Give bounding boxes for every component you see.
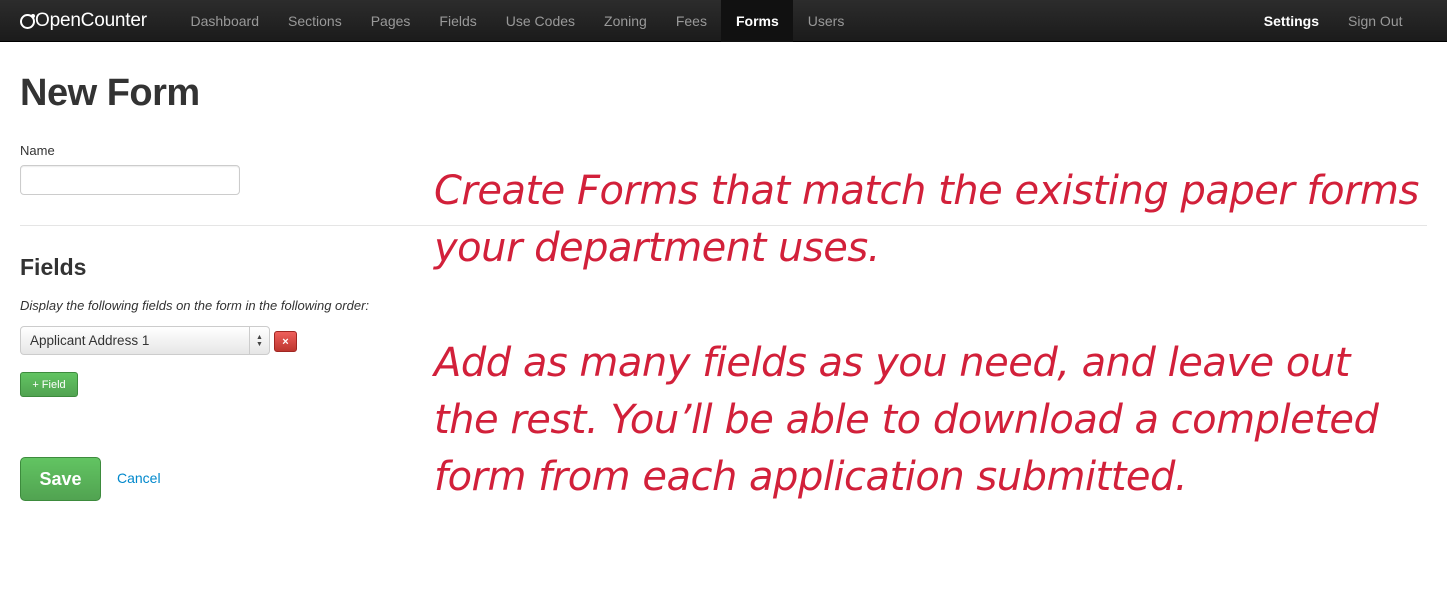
nav-item-dashboard[interactable]: Dashboard: [176, 0, 274, 42]
nav-item-users[interactable]: Users: [793, 0, 859, 42]
name-label: Name: [20, 143, 55, 158]
annotation-note-2: Add as many fields as you need, and leav…: [434, 340, 1379, 500]
cancel-link[interactable]: Cancel: [117, 470, 161, 486]
nav-item-settings[interactable]: Settings: [1249, 0, 1333, 42]
opencounter-logo-icon: [20, 13, 35, 29]
nav-item-sign-out[interactable]: Sign Out: [1334, 0, 1417, 42]
page-title: New Form: [20, 72, 200, 114]
name-input[interactable]: [20, 165, 240, 195]
add-field-button[interactable]: + Field: [20, 372, 78, 397]
field-select-value: Applicant Address 1: [30, 333, 150, 348]
close-icon: ×: [282, 335, 289, 348]
top-navbar: OpenCounter Dashboard Sections Pages Fie…: [0, 0, 1447, 42]
remove-field-button[interactable]: ×: [274, 331, 297, 352]
main-nav: Dashboard Sections Pages Fields Use Code…: [176, 0, 859, 42]
fields-section-title: Fields: [20, 254, 87, 280]
brand-logo[interactable]: OpenCounter: [20, 9, 147, 33]
nav-item-forms[interactable]: Forms: [721, 0, 794, 42]
nav-item-use-codes[interactable]: Use Codes: [491, 0, 589, 42]
nav-item-fields[interactable]: Fields: [425, 0, 491, 42]
field-select[interactable]: Applicant Address 1 ▲ ▼: [20, 326, 270, 355]
annotation-note-1: Create Forms that match the existing pap…: [434, 168, 1419, 271]
save-button[interactable]: Save: [20, 457, 101, 501]
nav-item-fees[interactable]: Fees: [661, 0, 721, 42]
fields-help-text: Display the following fields on the form…: [20, 298, 370, 313]
nav-item-zoning[interactable]: Zoning: [590, 0, 662, 42]
secondary-nav: Settings Sign Out: [1249, 0, 1417, 42]
nav-item-sections[interactable]: Sections: [274, 0, 357, 42]
nav-item-pages[interactable]: Pages: [356, 0, 425, 42]
select-arrows-icon: ▲ ▼: [249, 327, 269, 354]
brand-text: OpenCounter: [35, 10, 147, 31]
